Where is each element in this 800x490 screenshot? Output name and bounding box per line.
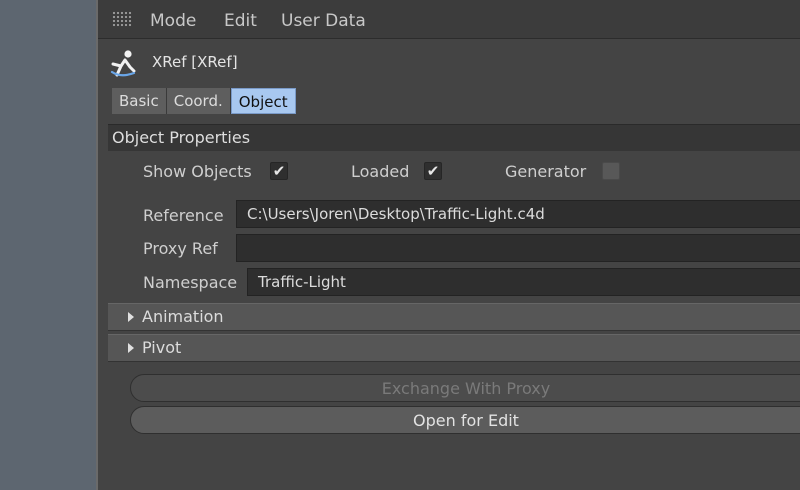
pivot-group[interactable]: Pivot [108, 334, 800, 362]
xref-object-icon [110, 50, 136, 77]
menu-user-data[interactable]: User Data [281, 11, 366, 31]
tab-bar: Basic Coord. Object [112, 88, 296, 114]
show-objects-checkbox[interactable]: ✔ [270, 162, 288, 180]
namespace-field[interactable]: Traffic-Light [247, 268, 800, 296]
tab-coord[interactable]: Coord. [166, 88, 231, 114]
reference-field[interactable]: C:\Users\Joren\Desktop\Traffic-Light.c4d [236, 200, 800, 228]
proxy-ref-field[interactable] [236, 234, 800, 262]
section-header: Object Properties [108, 124, 800, 151]
reference-label: Reference [143, 206, 224, 225]
loaded-checkbox[interactable]: ✔ [424, 162, 442, 180]
tab-object[interactable]: Object [230, 88, 296, 114]
generator-checkbox[interactable] [602, 162, 620, 180]
namespace-value: Traffic-Light [258, 273, 346, 291]
expand-arrow-icon [128, 343, 134, 353]
open-for-edit-button[interactable]: Open for Edit [130, 406, 800, 434]
proxy-ref-label: Proxy Ref [143, 239, 218, 258]
viewport-edge [0, 0, 96, 490]
menu-edit[interactable]: Edit [224, 11, 257, 31]
attribute-manager-panel: Mode Edit User Data XRef [XRef] Basic Co… [96, 0, 800, 490]
exchange-with-proxy-button: Exchange With Proxy [130, 374, 800, 402]
tab-basic[interactable]: Basic [112, 88, 167, 114]
checkmark-icon: ✔ [426, 162, 440, 180]
menu-bar: Mode Edit User Data [98, 0, 800, 39]
grip-handle-icon[interactable] [112, 11, 132, 27]
animation-group[interactable]: Animation [108, 303, 800, 331]
expand-arrow-icon [128, 312, 134, 322]
pivot-group-label: Pivot [142, 338, 182, 357]
generator-label: Generator [505, 162, 587, 181]
object-title: XRef [XRef] [152, 53, 238, 71]
namespace-label: Namespace [143, 273, 238, 292]
loaded-label: Loaded [351, 162, 410, 181]
reference-value: C:\Users\Joren\Desktop\Traffic-Light.c4d [247, 205, 545, 223]
section-title: Object Properties [112, 128, 251, 147]
checkmark-icon: ✔ [272, 162, 286, 180]
object-title-row: XRef [XRef] [98, 44, 800, 80]
animation-group-label: Animation [142, 307, 224, 326]
show-objects-label: Show Objects [143, 162, 252, 181]
menu-mode[interactable]: Mode [150, 11, 196, 31]
